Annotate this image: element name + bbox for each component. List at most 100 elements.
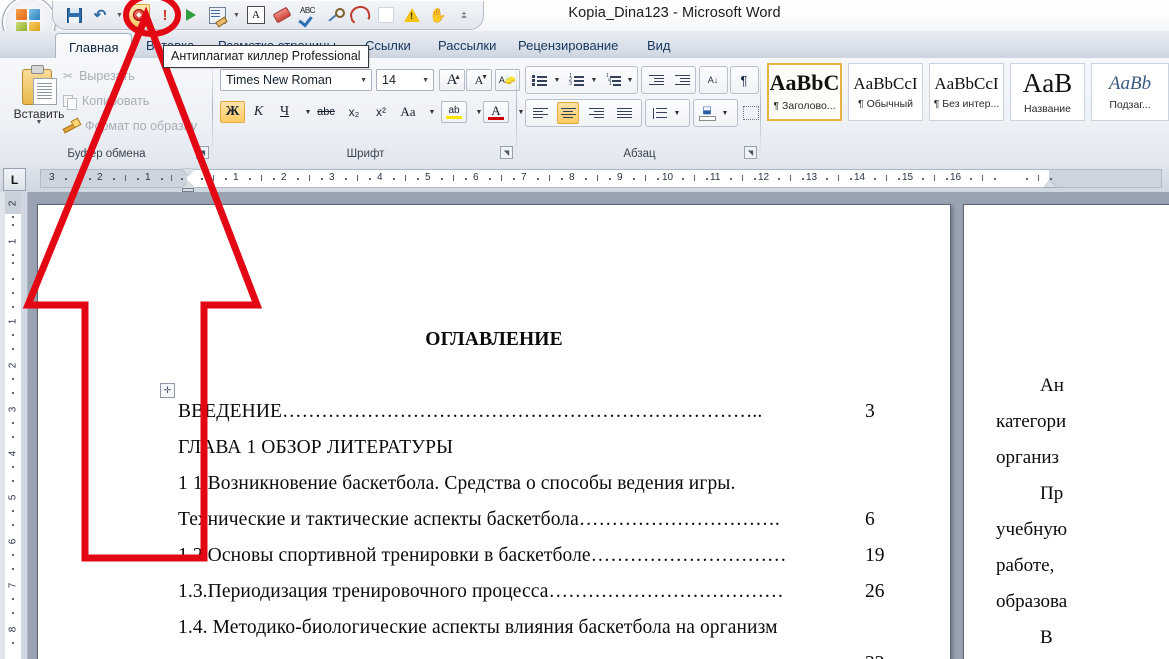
paragraph-dialog-launcher[interactable]: ◥ [744, 146, 757, 159]
multilevel-list-button[interactable]: 1 a 1 [603, 69, 625, 91]
align-right-button[interactable] [585, 102, 607, 124]
font-color-button[interactable]: A [483, 101, 509, 123]
align-right-icon [588, 107, 604, 119]
align-center-button[interactable] [557, 102, 579, 124]
change-case-button[interactable]: Aa [395, 101, 421, 123]
lasso-button[interactable] [348, 3, 372, 27]
run-button[interactable] [180, 4, 202, 26]
decrease-indent-button[interactable] [645, 69, 667, 91]
customize-qat-button[interactable]: ⩲ [453, 4, 475, 26]
document-tool-button[interactable] [206, 4, 228, 26]
undo-button[interactable]: ↶ [89, 4, 111, 26]
text-box-button[interactable]: A [245, 4, 267, 26]
spellcheck-button[interactable]: ABC [297, 4, 319, 26]
grow-font-button[interactable]: A ▲ [439, 69, 465, 91]
document-icon [208, 6, 226, 24]
line-spacing-button[interactable] [648, 102, 670, 124]
font-family-input[interactable]: Times New Roman ▼ [220, 69, 372, 91]
page2-line-4: учебную [996, 519, 1068, 540]
bold-button[interactable]: Ж [220, 101, 245, 123]
document-page-1[interactable]: ✛ ОГЛАВЛЕНИЕ ВВЕДЕНИЕ…………………………………………………… [37, 204, 951, 659]
style-sample: AaBbC [769, 70, 840, 95]
style-item-subtitle[interactable]: AaBb Подзаг... [1091, 63, 1169, 121]
cut-button[interactable]: ✂ Вырезать [63, 69, 135, 83]
style-item-heading[interactable]: AaBbC ¶ Заголово... [767, 63, 842, 121]
increase-indent-button[interactable] [671, 69, 693, 91]
warning-button[interactable] [401, 4, 423, 26]
align-left-button[interactable] [529, 102, 551, 124]
style-item-title[interactable]: AaB Название [1010, 63, 1085, 121]
object-anchor-marker[interactable]: ✛ [160, 383, 175, 398]
font-dialog-launcher[interactable]: ◥ [500, 146, 513, 159]
hanging-indent-marker[interactable] [182, 181, 194, 188]
numbering-icon: 1 2 3 [569, 74, 585, 87]
style-sample: AaBb [1108, 72, 1152, 94]
document-dropdown-arrow[interactable]: ▼ [232, 4, 241, 26]
save-button[interactable] [63, 4, 85, 26]
copy-icon [63, 94, 77, 110]
page2-line-1: категори [996, 411, 1067, 432]
format-painter-label: Формат по образцу [85, 119, 198, 133]
tab-home[interactable]: Главная [55, 33, 133, 60]
shading-dropdown-arrow[interactable]: ▼ [719, 102, 731, 124]
numbering-button[interactable]: 1 2 3 [566, 69, 588, 91]
document-workspace: 2 1 1 2 3 4 5 6 7 8 ✛ ОГЛАВЛЕНИЕ ВВЕДЕНИ… [0, 192, 1169, 659]
underline-button[interactable]: Ч [272, 101, 297, 123]
highlight-button[interactable]: ab [441, 101, 467, 123]
font-size-dropdown-arrow[interactable]: ▼ [422, 77, 429, 84]
style-name: ¶ Без интер... [933, 97, 1000, 110]
borders-icon [743, 106, 759, 120]
change-case-dropdown-arrow[interactable]: ▼ [421, 101, 443, 123]
italic-button[interactable]: К [246, 101, 271, 123]
right-indent-marker[interactable] [1044, 180, 1056, 187]
change-case-label: Aa [400, 104, 416, 119]
vertical-ruler[interactable]: 2 1 1 2 3 4 5 6 7 8 [0, 192, 28, 659]
font-family-dropdown-arrow[interactable]: ▼ [360, 77, 367, 84]
pin-button[interactable] [323, 4, 345, 26]
paste-button[interactable]: Вставить ▼ [10, 65, 68, 126]
toc-page-7: 32 [865, 653, 885, 659]
increase-indent-icon [674, 74, 690, 86]
style-item-no-spacing[interactable]: AaBbCcI ¶ Без интер... [929, 63, 1004, 121]
clipboard-dialog-launcher[interactable]: ◥ [196, 146, 209, 159]
style-item-normal[interactable]: AaBbCcI ¶ Обычный [848, 63, 923, 121]
format-painter-button[interactable]: Формат по образцу [63, 119, 197, 133]
bullets-button[interactable] [529, 69, 551, 91]
horizontal-ruler[interactable]: L 3 2 1 1 2 3 4 5 6 7 8 9 10 11 12 13 14… [0, 165, 1169, 193]
eraser-button[interactable] [271, 4, 293, 26]
copy-button[interactable]: Копировать [63, 94, 149, 110]
undo-dropdown-arrow[interactable]: ▼ [115, 4, 124, 26]
strikethrough-button[interactable]: abc [312, 101, 340, 123]
tab-view[interactable]: Вид [634, 33, 684, 58]
word-window: Kopia_Dina123 - Microsoft Word ↶ ▼ ! ▼ A… [0, 0, 1169, 659]
tab-stop-selector[interactable]: L [3, 168, 26, 191]
borders-button[interactable] [740, 102, 762, 124]
undo-icon: ↶ [93, 6, 107, 24]
shrink-font-button[interactable]: A ▼ [466, 69, 492, 91]
bullets-dropdown-arrow[interactable]: ▼ [551, 69, 563, 91]
align-center-icon [560, 107, 576, 119]
first-line-indent-marker[interactable] [182, 169, 194, 176]
font-size-input[interactable]: 14 ▼ [376, 69, 434, 91]
line-spacing-dropdown-arrow[interactable]: ▼ [671, 102, 683, 124]
tab-mailings-label: Рассылки [438, 38, 497, 53]
superscript-button[interactable]: x² [368, 101, 394, 123]
hand-button[interactable]: ✋ [427, 4, 449, 26]
tab-mailings[interactable]: Рассылки [425, 33, 509, 58]
justify-button[interactable] [613, 102, 635, 124]
show-formatting-marks-button[interactable]: ¶ [733, 69, 755, 91]
subscript-button[interactable]: x₂ [341, 101, 367, 123]
clear-formatting-icon: A🧽 [498, 74, 517, 85]
play-icon [186, 9, 196, 21]
numbering-dropdown-arrow[interactable]: ▼ [588, 69, 600, 91]
exclamation-icon: ! [162, 6, 168, 24]
exclamation-button[interactable]: ! [154, 4, 176, 26]
multilevel-dropdown-arrow[interactable]: ▼ [624, 69, 636, 91]
blank-button[interactable] [375, 4, 397, 26]
antiplagiat-killer-button[interactable] [128, 3, 150, 27]
sort-button[interactable]: А↓ [702, 69, 724, 91]
eraser-icon [272, 6, 292, 24]
document-page-2[interactable]: Ан категори организ Пр учебную работе, о… [963, 204, 1169, 659]
tab-review[interactable]: Рецензирование [505, 33, 631, 58]
shading-button[interactable]: ⬓ [696, 102, 718, 124]
